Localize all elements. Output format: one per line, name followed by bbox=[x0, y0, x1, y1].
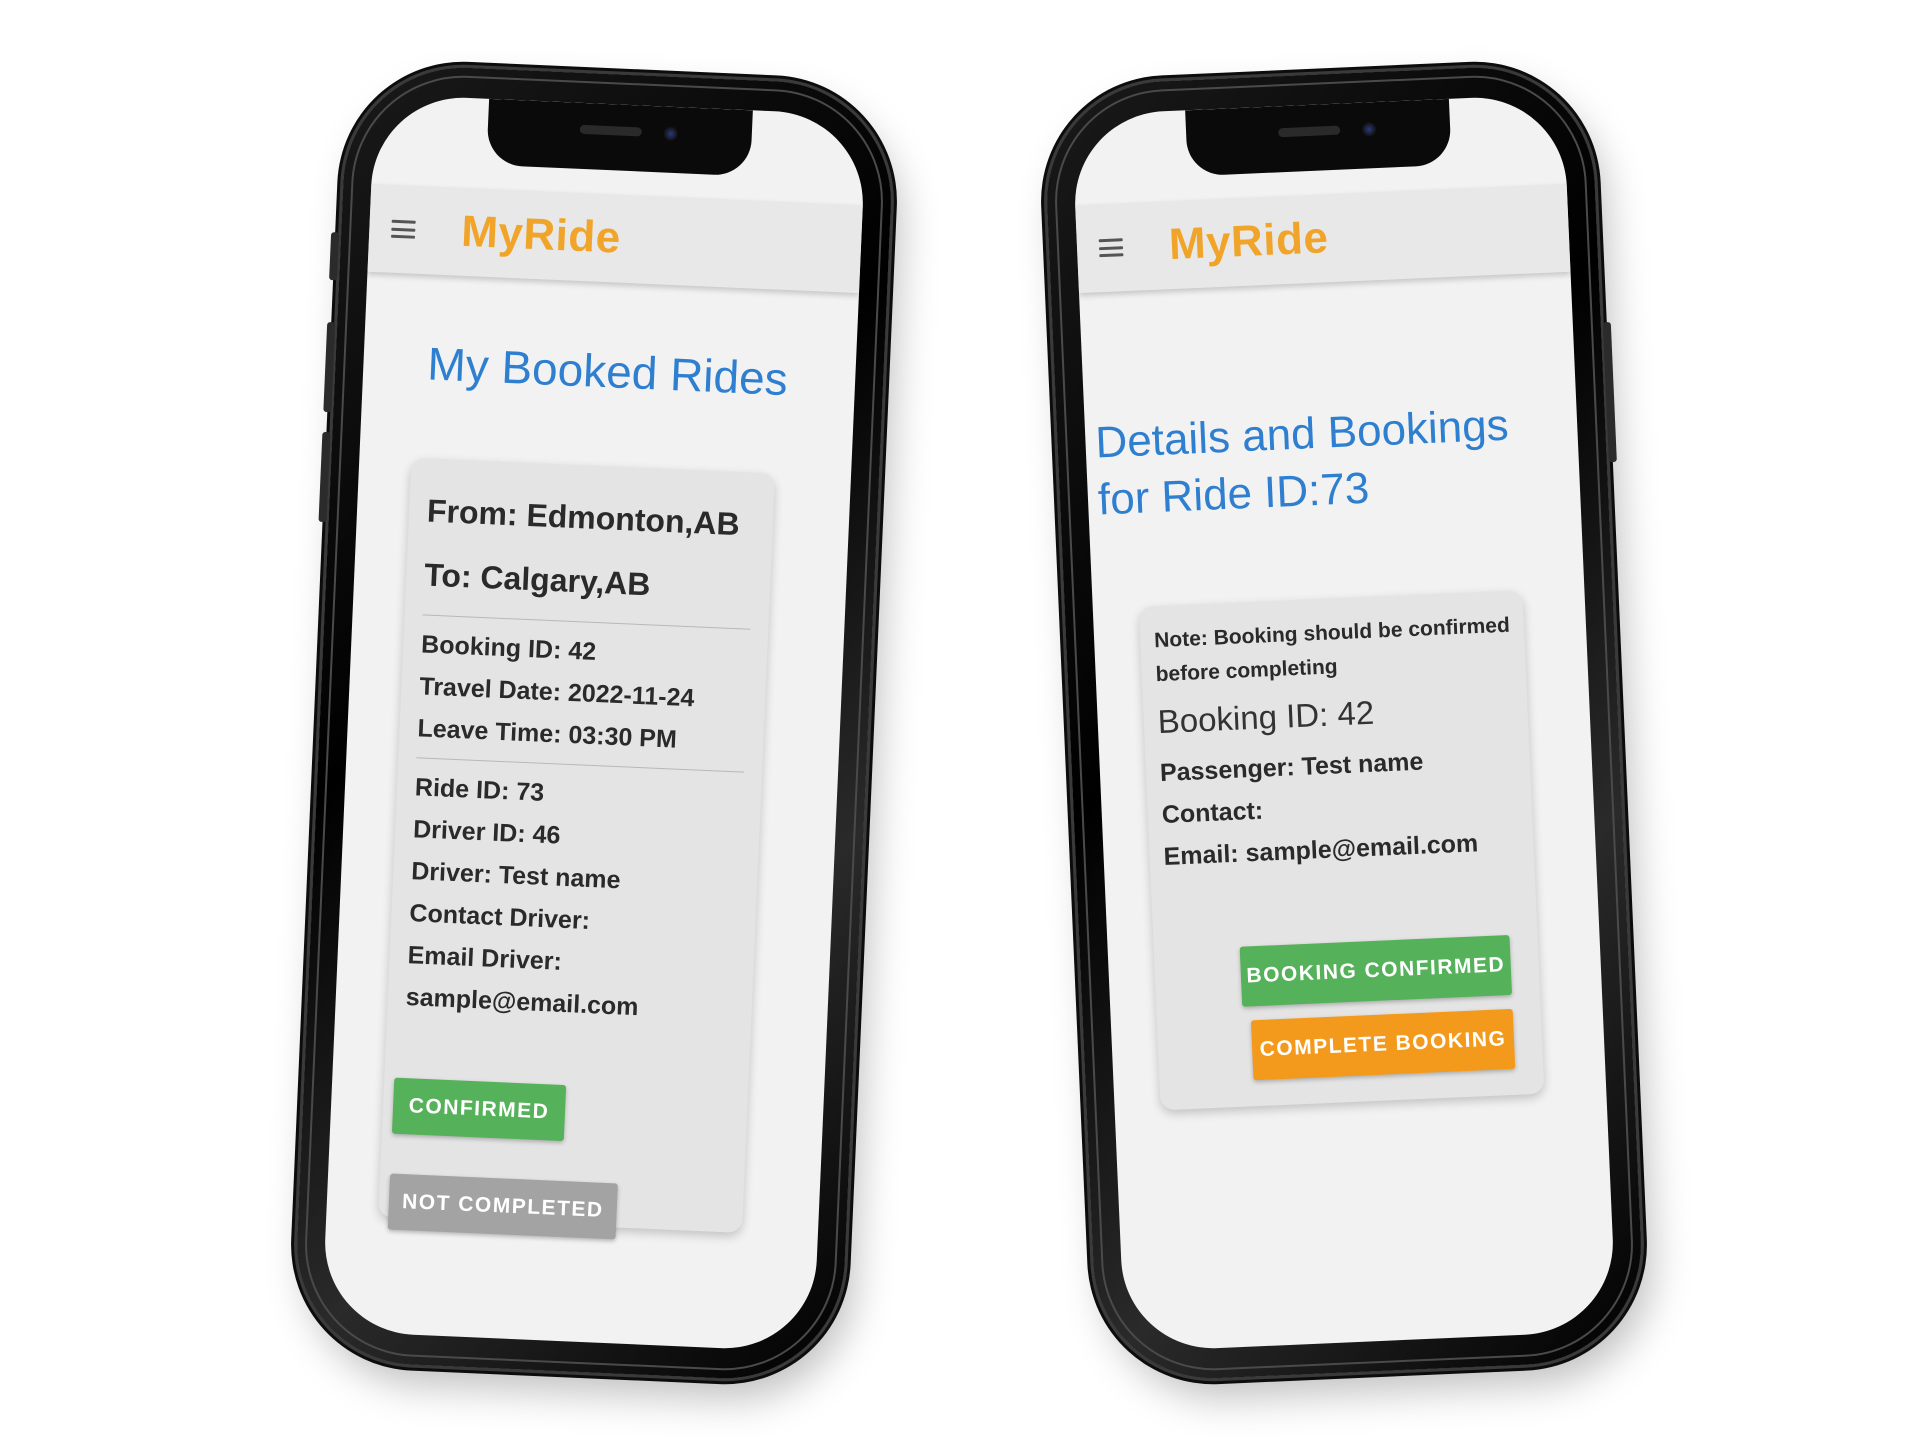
booking-details-card: Note: Booking should be confirmed before… bbox=[1138, 590, 1545, 1111]
booking-card: From: Edmonton,AB To: Calgary,AB Booking… bbox=[378, 457, 776, 1240]
phone-screen: MyRide My Booked Rides From: Edmonton,AB… bbox=[321, 93, 867, 1353]
app-bar: MyRide bbox=[1075, 183, 1571, 294]
menu-icon[interactable] bbox=[390, 219, 416, 239]
speaker bbox=[579, 124, 643, 137]
app-logo: MyRide bbox=[460, 206, 622, 263]
page-title: My Booked Rides bbox=[426, 337, 789, 406]
volume-down-button bbox=[318, 431, 331, 523]
app-logo: MyRide bbox=[1167, 213, 1330, 270]
front-camera bbox=[663, 126, 679, 142]
phone-screen: MyRide Details and Bookings for Ride ID:… bbox=[1071, 93, 1617, 1353]
phone-right: MyRide Details and Bookings for Ride ID:… bbox=[1041, 62, 1647, 1384]
app-bar: MyRide bbox=[367, 183, 863, 294]
notch bbox=[1185, 98, 1452, 177]
confirmed-button[interactable]: CONFIRMED bbox=[391, 1077, 567, 1142]
power-button bbox=[1602, 321, 1617, 463]
booking-confirmed-button[interactable]: BOOKING CONFIRMED bbox=[1239, 934, 1513, 1007]
menu-icon[interactable] bbox=[1098, 238, 1124, 258]
notch bbox=[486, 98, 753, 177]
page-title: Details and Bookings for Ride ID:73 bbox=[1094, 397, 1512, 529]
not-completed-button[interactable]: NOT COMPLETED bbox=[387, 1173, 618, 1240]
front-camera bbox=[1361, 122, 1377, 137]
speaker bbox=[1277, 125, 1341, 138]
phone-left: MyRide My Booked Rides From: Edmonton,AB… bbox=[291, 62, 897, 1384]
volume-up-button bbox=[323, 321, 336, 413]
complete-booking-button[interactable]: COMPLETE BOOKING bbox=[1250, 1008, 1516, 1081]
mute-switch bbox=[329, 232, 340, 281]
